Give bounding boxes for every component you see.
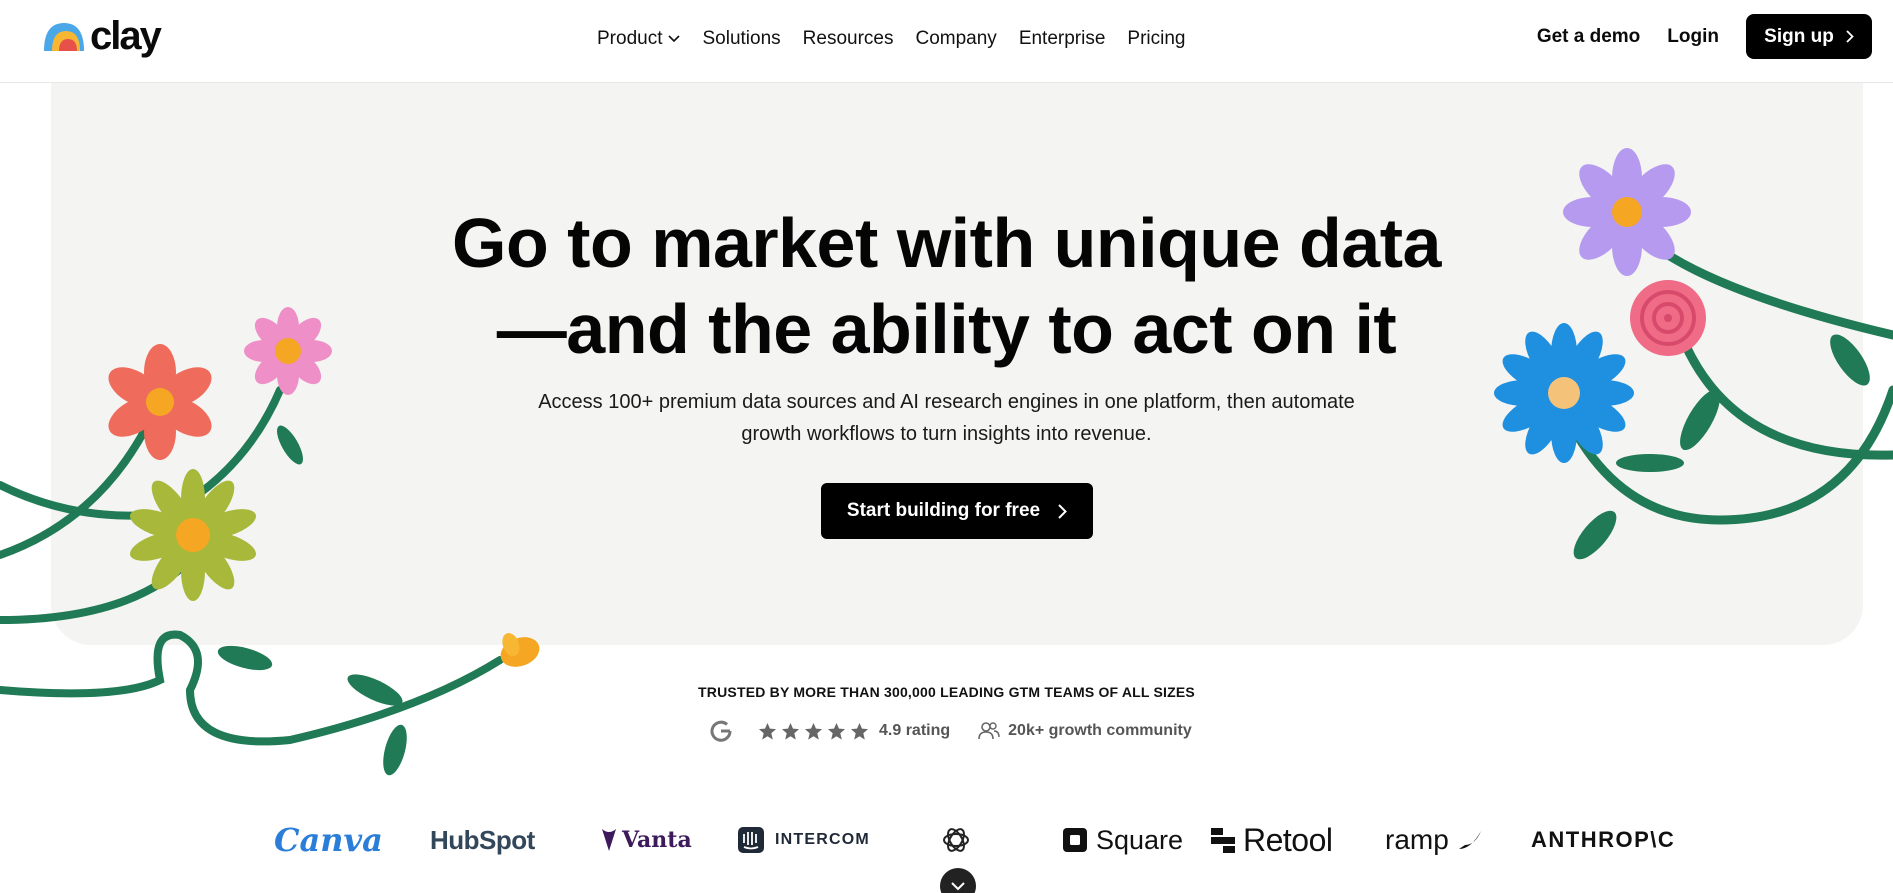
intercom-icon — [738, 827, 764, 853]
sign-up-button[interactable]: Sign up — [1746, 14, 1872, 59]
square-label: Square — [1096, 824, 1184, 855]
hero-headline-line2: —and the ability to act on it — [496, 290, 1397, 368]
clay-logo[interactable]: clay — [42, 14, 162, 58]
square-icon — [1063, 828, 1087, 852]
users-icon — [978, 722, 1000, 740]
star-icon — [827, 722, 846, 740]
clay-logo-icon — [44, 23, 84, 51]
trusted-by-text: TRUSTED BY MORE THAN 300,000 LEADING GTM… — [698, 684, 1195, 700]
nav-pricing[interactable]: Pricing — [1127, 27, 1185, 51]
chevron-right-icon — [1846, 30, 1854, 43]
hero-subtext-line2: growth workflows to turn insights into r… — [741, 423, 1152, 445]
ramp-logo: ramp — [1385, 815, 1483, 865]
nav-solutions[interactable]: Solutions — [702, 27, 780, 51]
retool-logo: Retool — [1211, 815, 1333, 865]
nav-actions: Get a demo Login Sign up — [1537, 14, 1872, 59]
star-icon — [781, 722, 800, 740]
star-rating — [758, 722, 869, 741]
nav-enterprise[interactable]: Enterprise — [1019, 27, 1106, 51]
customer-logos: Canva HubSpot Vanta INTERCOM Square Reto… — [0, 815, 1893, 865]
nav-links: Product Solutions Resources Company Ente… — [597, 27, 1208, 51]
start-building-button[interactable]: Start building for free — [821, 483, 1093, 539]
community-label: 20k+ growth community — [1008, 722, 1192, 739]
intercom-label: INTERCOM — [775, 831, 870, 848]
top-navbar: clay Product Solutions Resources Company… — [0, 0, 1893, 83]
chevron-right-icon — [1058, 503, 1068, 519]
sign-up-label: Sign up — [1764, 25, 1834, 47]
canva-logo: Canva — [274, 821, 383, 859]
openai-icon — [943, 828, 969, 852]
hero-subtext: Access 100+ premium data sources and AI … — [0, 386, 1893, 450]
hero-headline-line1: Go to market with unique data — [452, 204, 1441, 282]
hero-headline: Go to market with unique data —and the a… — [0, 200, 1893, 372]
star-icon — [758, 722, 777, 740]
ramp-label: ramp — [1385, 824, 1449, 855]
google-icon — [710, 720, 732, 742]
hubspot-logo: HubSpot — [430, 824, 535, 855]
anthropic-logo: ANTHROP\C — [1531, 827, 1676, 852]
vanta-label: Vanta — [622, 827, 692, 853]
vanta-icon — [602, 829, 616, 851]
rating-row: 4.9 rating 20k+ growth community — [708, 718, 1192, 744]
nav-resources[interactable]: Resources — [803, 27, 894, 51]
chevron-down-icon — [951, 881, 965, 890]
intercom-logo: INTERCOM — [737, 815, 870, 865]
start-building-label: Start building for free — [846, 500, 1041, 521]
chevron-down-icon — [668, 35, 681, 43]
retool-icon — [1211, 828, 1235, 853]
nav-product[interactable]: Product — [597, 27, 681, 51]
ramp-icon — [1458, 831, 1481, 849]
nav-product-label: Product — [597, 28, 663, 49]
brand-name: clay — [90, 14, 162, 58]
star-icon — [804, 722, 823, 740]
square-logo: Square — [1062, 815, 1183, 865]
scroll-down-button[interactable] — [940, 868, 976, 893]
hero-subtext-line1: Access 100+ premium data sources and AI … — [538, 391, 1355, 413]
openai-logo — [940, 815, 972, 865]
vanta-logo: Vanta — [600, 815, 692, 865]
nav-company[interactable]: Company — [915, 27, 996, 51]
rating-label: 4.9 rating — [879, 722, 951, 739]
get-demo-link[interactable]: Get a demo — [1537, 26, 1640, 48]
star-icon — [850, 722, 869, 740]
retool-label: Retool — [1243, 821, 1333, 858]
login-link[interactable]: Login — [1667, 26, 1719, 48]
